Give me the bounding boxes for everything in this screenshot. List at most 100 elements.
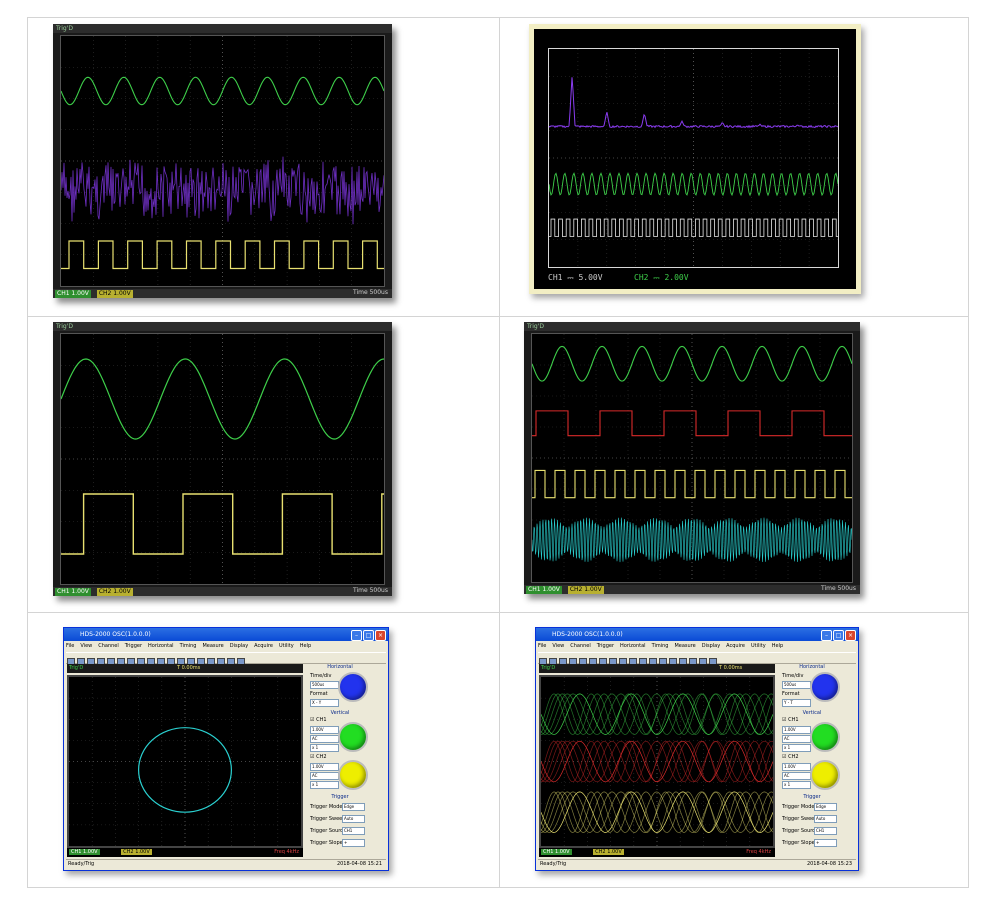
ch2-checkbox[interactable]: ☑ CH2 bbox=[782, 754, 799, 760]
ch2-coupling-select[interactable]: AC bbox=[782, 772, 811, 780]
time-div-label: Time/div bbox=[310, 673, 332, 679]
time-scale: Time 500us bbox=[353, 289, 388, 296]
ch2-probe-select[interactable]: x 1 bbox=[782, 781, 811, 789]
menu-item[interactable]: Horizontal bbox=[620, 643, 646, 649]
scope-svg bbox=[532, 334, 852, 582]
menu-item[interactable]: Utility bbox=[751, 643, 766, 649]
ch1-readout: CH1 ⎓ 5.00V bbox=[548, 273, 603, 282]
menu-item[interactable]: View bbox=[80, 643, 92, 649]
horizontal-section-title: Horizontal bbox=[799, 664, 825, 670]
ch2-scale: CH2 1.00V bbox=[121, 849, 152, 855]
ch2-volt-select[interactable]: 1.00V bbox=[310, 763, 339, 771]
time-div-select[interactable]: 500us bbox=[310, 681, 339, 689]
menu-item[interactable]: Measure bbox=[674, 643, 695, 649]
status-clock: 2018-04-08 15:23 bbox=[806, 861, 852, 867]
ch2-knob[interactable] bbox=[810, 760, 840, 790]
trigger-source-select[interactable]: CH1 bbox=[342, 827, 365, 835]
trigger-sweep-select[interactable]: Auto bbox=[814, 815, 837, 823]
trigger-slope-label: Trigger Slope bbox=[782, 840, 815, 846]
xy-plot[interactable] bbox=[67, 675, 303, 848]
frequency-readout: Freq 4kHz bbox=[746, 849, 771, 855]
menu-item[interactable]: Display bbox=[702, 643, 720, 649]
trigger-slope-select[interactable]: + bbox=[342, 839, 365, 847]
format-select[interactable]: X - Y bbox=[310, 699, 339, 707]
trigger-status: Trig'D bbox=[69, 665, 84, 671]
trigger-source-select[interactable]: CH1 bbox=[814, 827, 837, 835]
menu-item[interactable]: Acquire bbox=[254, 643, 273, 649]
window-title: HDS-2000 OSC(1.0.0.0) bbox=[64, 628, 388, 641]
trigger-mode-select[interactable]: Edge bbox=[814, 803, 837, 811]
scope-screen: CH1 ⎓ 5.00V CH2 ⎓ 2.00V bbox=[534, 29, 856, 289]
maximize-button[interactable]: □ bbox=[833, 630, 844, 641]
ch1-probe-select[interactable]: x 1 bbox=[782, 744, 811, 752]
menu-item[interactable]: Help bbox=[772, 643, 783, 649]
menu-item[interactable]: Timing bbox=[652, 643, 669, 649]
ch1-probe-select[interactable]: x 1 bbox=[310, 744, 339, 752]
ch2-coupling-select[interactable]: AC bbox=[310, 772, 339, 780]
ch1-sine-trace bbox=[541, 693, 773, 735]
ch1-volt-select[interactable]: 1.00V bbox=[310, 726, 339, 734]
ch2-knob[interactable] bbox=[338, 760, 368, 790]
fft-trace bbox=[549, 77, 838, 129]
trigger-sweep-label: Trigger Sweep bbox=[310, 816, 346, 822]
trigger-mode-label: Trigger Mode bbox=[782, 804, 815, 810]
minimize-button[interactable]: – bbox=[821, 630, 832, 641]
menu-item[interactable]: Timing bbox=[180, 643, 197, 649]
ch1-knob[interactable] bbox=[338, 722, 368, 752]
maximize-button[interactable]: □ bbox=[363, 630, 374, 641]
trigger-mode-select[interactable]: Edge bbox=[342, 803, 365, 811]
scope-footer: CH1 1.00V CH2 1.00V Time 500us bbox=[53, 289, 392, 298]
close-button[interactable]: × bbox=[375, 630, 386, 641]
ch1-volt-select[interactable]: 1.00V bbox=[782, 726, 811, 734]
status-left: Ready/Trig bbox=[68, 861, 95, 867]
menu-item[interactable]: File bbox=[66, 643, 74, 649]
status-bar: Ready/Trig 2018-04-08 15:23 bbox=[538, 859, 856, 868]
menu-item[interactable]: Display bbox=[230, 643, 248, 649]
ch1-checkbox[interactable]: ☑ CH1 bbox=[782, 717, 799, 723]
trigger-sweep-select[interactable]: Auto bbox=[342, 815, 365, 823]
horizontal-knob[interactable] bbox=[338, 672, 368, 702]
ch1-coupling-select[interactable]: AC bbox=[310, 735, 339, 743]
minimize-button[interactable]: – bbox=[351, 630, 362, 641]
plot-footer: CH1 1.00V CH2 1.00V Freq 4kHz bbox=[539, 848, 775, 857]
status-clock: 2018-04-08 15:21 bbox=[336, 861, 382, 867]
scope-svg bbox=[61, 36, 384, 286]
menu-item[interactable]: Trigger bbox=[125, 643, 142, 649]
ch1-scale: CH1 1.00V bbox=[55, 290, 91, 298]
menu-item[interactable]: Channel bbox=[98, 643, 119, 649]
ch1-sine-trace bbox=[549, 172, 838, 197]
ch1-check-label: CH1 bbox=[316, 717, 327, 723]
menu-item[interactable]: Help bbox=[300, 643, 311, 649]
ch1-knob[interactable] bbox=[810, 722, 840, 752]
yt-plot[interactable] bbox=[539, 675, 775, 848]
menu-bar: File View Channel Trigger Horizontal Timing Me… bbox=[538, 642, 856, 651]
menu-item[interactable]: Utility bbox=[279, 643, 294, 649]
menu-item[interactable]: File bbox=[538, 643, 546, 649]
scope-top-bar: Trig'D bbox=[53, 24, 392, 33]
ch1-checkbox[interactable]: ☑ CH1 bbox=[310, 717, 327, 723]
menu-item[interactable]: Trigger bbox=[597, 643, 614, 649]
ch2-checkbox[interactable]: ☑ CH2 bbox=[310, 754, 327, 760]
scope-screen bbox=[531, 333, 853, 583]
menu-item[interactable]: View bbox=[552, 643, 564, 649]
menu-item[interactable]: Channel bbox=[570, 643, 591, 649]
ch2-check-label: CH2 bbox=[316, 754, 327, 760]
format-select[interactable]: Y - T bbox=[782, 699, 811, 707]
trigger-sweep-label: Trigger Sweep bbox=[782, 816, 818, 822]
ch1-coupling-select[interactable]: AC bbox=[782, 735, 811, 743]
menu-item[interactable]: Horizontal bbox=[148, 643, 174, 649]
ch2-volt-select[interactable]: 1.00V bbox=[782, 763, 811, 771]
scope-top-bar: Trig'D bbox=[524, 322, 860, 331]
software-window-yt: HDS-2000 OSC(1.0.0.0) – □ × File View Chan… bbox=[535, 627, 859, 871]
menu-item[interactable]: Measure bbox=[202, 643, 223, 649]
time-div-select[interactable]: 500us bbox=[782, 681, 811, 689]
trigger-slope-select[interactable]: + bbox=[814, 839, 837, 847]
channel-header: Trig'D T 0.00ms bbox=[539, 664, 775, 673]
horizontal-knob[interactable] bbox=[810, 672, 840, 702]
menu-item[interactable]: Acquire bbox=[726, 643, 745, 649]
ch2-check-label: CH2 bbox=[788, 754, 799, 760]
ch2-probe-select[interactable]: x 1 bbox=[310, 781, 339, 789]
close-button[interactable]: × bbox=[845, 630, 856, 641]
grid-divider-row2 bbox=[28, 612, 968, 613]
window-title: HDS-2000 OSC(1.0.0.0) bbox=[536, 628, 858, 641]
